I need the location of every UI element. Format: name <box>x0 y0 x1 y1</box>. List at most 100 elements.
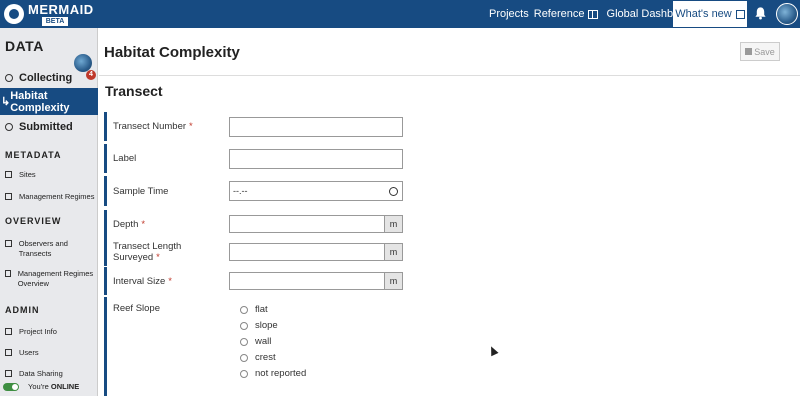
online-status: You're ONLINE <box>3 382 79 391</box>
users-icon <box>5 349 12 356</box>
reef-slope-option-not-reported[interactable]: not reported <box>240 368 306 379</box>
sample-time-value: --.-- <box>233 186 248 196</box>
sidebar-item-label: Observers and Transects <box>18 239 68 258</box>
transect-number-input[interactable] <box>229 116 403 137</box>
reef-slope-option-crest[interactable]: crest <box>240 352 276 363</box>
field-label: Sample Time <box>113 185 169 197</box>
radio-label: slope <box>255 320 278 331</box>
transect-length-field[interactable] <box>230 244 384 260</box>
sidebar-item-label: Data Sharing <box>19 369 63 378</box>
info-icon <box>5 328 12 335</box>
field-label: Interval Size * <box>107 276 229 287</box>
field-label-text: Interval Size <box>113 275 166 287</box>
label-input[interactable] <box>229 148 403 169</box>
section-title: Transect <box>105 83 163 99</box>
radio-button[interactable] <box>240 369 248 378</box>
interval-size-field[interactable] <box>230 273 384 289</box>
online-state: ONLINE <box>50 382 80 391</box>
section-header-overview: OVERVIEW <box>5 216 62 226</box>
depth-field[interactable] <box>230 216 384 232</box>
field-row-label: Label <box>104 144 524 173</box>
sidebar-item-management-regimes-overview[interactable]: Management Regimes Overview <box>0 269 98 289</box>
main-nav: Projects Reference Global Dashboard <box>489 0 700 28</box>
radio-button[interactable] <box>240 321 248 330</box>
sidebar-item-label: Habitat Complexity <box>10 89 70 114</box>
subitem-arrow-icon: ↳ <box>1 95 11 108</box>
sidebar-item-data-sharing[interactable]: Data Sharing <box>0 369 98 379</box>
field-row-transect-number: Transect Number * <box>104 112 524 141</box>
unit-label: m <box>384 216 402 232</box>
radio-label: not reported <box>255 368 307 379</box>
top-navbar: MERMAID BETA Projects Reference Global D… <box>0 0 800 28</box>
mermaid-logo[interactable]: MERMAID BETA <box>4 0 94 28</box>
unit-label: m <box>384 273 402 289</box>
sidebar-item-habitat-complexity[interactable]: ↳ Habitat Complexity <box>0 88 98 115</box>
nav-reference[interactable]: Reference <box>534 8 602 20</box>
save-button[interactable]: Save <box>740 42 780 61</box>
whats-new-button[interactable]: What's new <box>673 1 747 27</box>
field-label: Transect Length Surveyed * <box>107 241 229 263</box>
sidebar-item-label: Management Regimes <box>19 192 95 201</box>
sidebar-item-label: Collecting <box>19 72 73 84</box>
page-title: Habitat Complexity <box>104 44 240 61</box>
sidebar-item-project-info[interactable]: Project Info <box>0 327 98 337</box>
sidebar-item-label: Sites <box>19 170 36 179</box>
sidebar-item-label: Users <box>19 348 39 357</box>
radio-button[interactable] <box>240 353 248 362</box>
bell-icon[interactable] <box>754 6 767 20</box>
clock-icon[interactable] <box>389 186 398 196</box>
whats-new-label: What's new <box>675 8 732 20</box>
reef-slope-option-wall[interactable]: wall <box>240 336 271 347</box>
unit-label: m <box>384 244 402 260</box>
radio-button[interactable] <box>240 337 248 346</box>
field-label-text: Depth <box>113 218 139 230</box>
page-header: Habitat Complexity Save <box>99 28 800 76</box>
required-marker: * <box>189 121 193 132</box>
sidebar-item-label: Submitted <box>19 121 73 133</box>
field-row-depth: Depth * m <box>104 210 524 238</box>
pencil-icon <box>5 74 13 82</box>
logo-name: MERMAID <box>28 1 94 17</box>
list-icon <box>5 240 12 247</box>
field-row-reef-slope: Reef Slope flat slope wall crest not rep… <box>104 297 524 396</box>
sidebar-item-observers-transects[interactable]: Observers and Transects <box>0 239 98 259</box>
field-row-sample-time: Sample Time --.-- <box>104 176 524 206</box>
section-header-metadata: METADATA <box>5 150 62 160</box>
radio-label: crest <box>255 352 276 363</box>
share-icon <box>5 370 12 377</box>
radio-label: flat <box>255 304 268 315</box>
required-marker: * <box>141 218 146 230</box>
collecting-count-badge: 4 <box>86 70 96 80</box>
book-icon <box>587 9 598 19</box>
nav-projects[interactable]: Projects <box>489 8 529 20</box>
map-pin-icon <box>5 171 12 178</box>
depth-input[interactable]: m <box>229 215 403 233</box>
sidebar: DATA Collecting 4 ↳ Habitat Complexity S… <box>0 28 98 396</box>
transect-length-input[interactable]: m <box>229 243 403 261</box>
required-marker: * <box>168 275 172 287</box>
sidebar-item-users[interactable]: Users <box>0 348 98 358</box>
reef-slope-option-slope[interactable]: slope <box>240 320 278 331</box>
interval-size-input[interactable]: m <box>229 272 403 290</box>
sidebar-title: DATA <box>5 38 44 54</box>
save-label: Save <box>754 46 775 57</box>
beta-badge: BETA <box>42 16 68 26</box>
sidebar-item-management-regimes[interactable]: Management Regimes <box>0 192 98 202</box>
radio-button[interactable] <box>240 305 248 314</box>
field-label: Depth * <box>107 219 229 230</box>
field-label-text: Transect Length Surveyed <box>113 241 182 263</box>
sample-time-input[interactable]: --.-- <box>229 181 403 201</box>
sidebar-item-sites[interactable]: Sites <box>0 170 98 180</box>
sidebar-item-submitted[interactable]: Submitted <box>0 118 98 136</box>
nav-reference-label: Reference <box>533 8 585 20</box>
field-label: Reef Slope <box>113 303 161 314</box>
form-content: Transect Transect Number * Label Sample T… <box>99 77 800 396</box>
field-label: Transect Number * <box>107 121 229 132</box>
online-toggle[interactable] <box>3 382 19 391</box>
online-prefix: You're <box>28 382 49 391</box>
save-icon <box>745 48 753 55</box>
check-circle-icon <box>5 123 13 131</box>
user-avatar[interactable] <box>776 3 798 25</box>
reef-slope-option-flat[interactable]: flat <box>240 304 268 315</box>
external-link-icon <box>735 9 745 19</box>
